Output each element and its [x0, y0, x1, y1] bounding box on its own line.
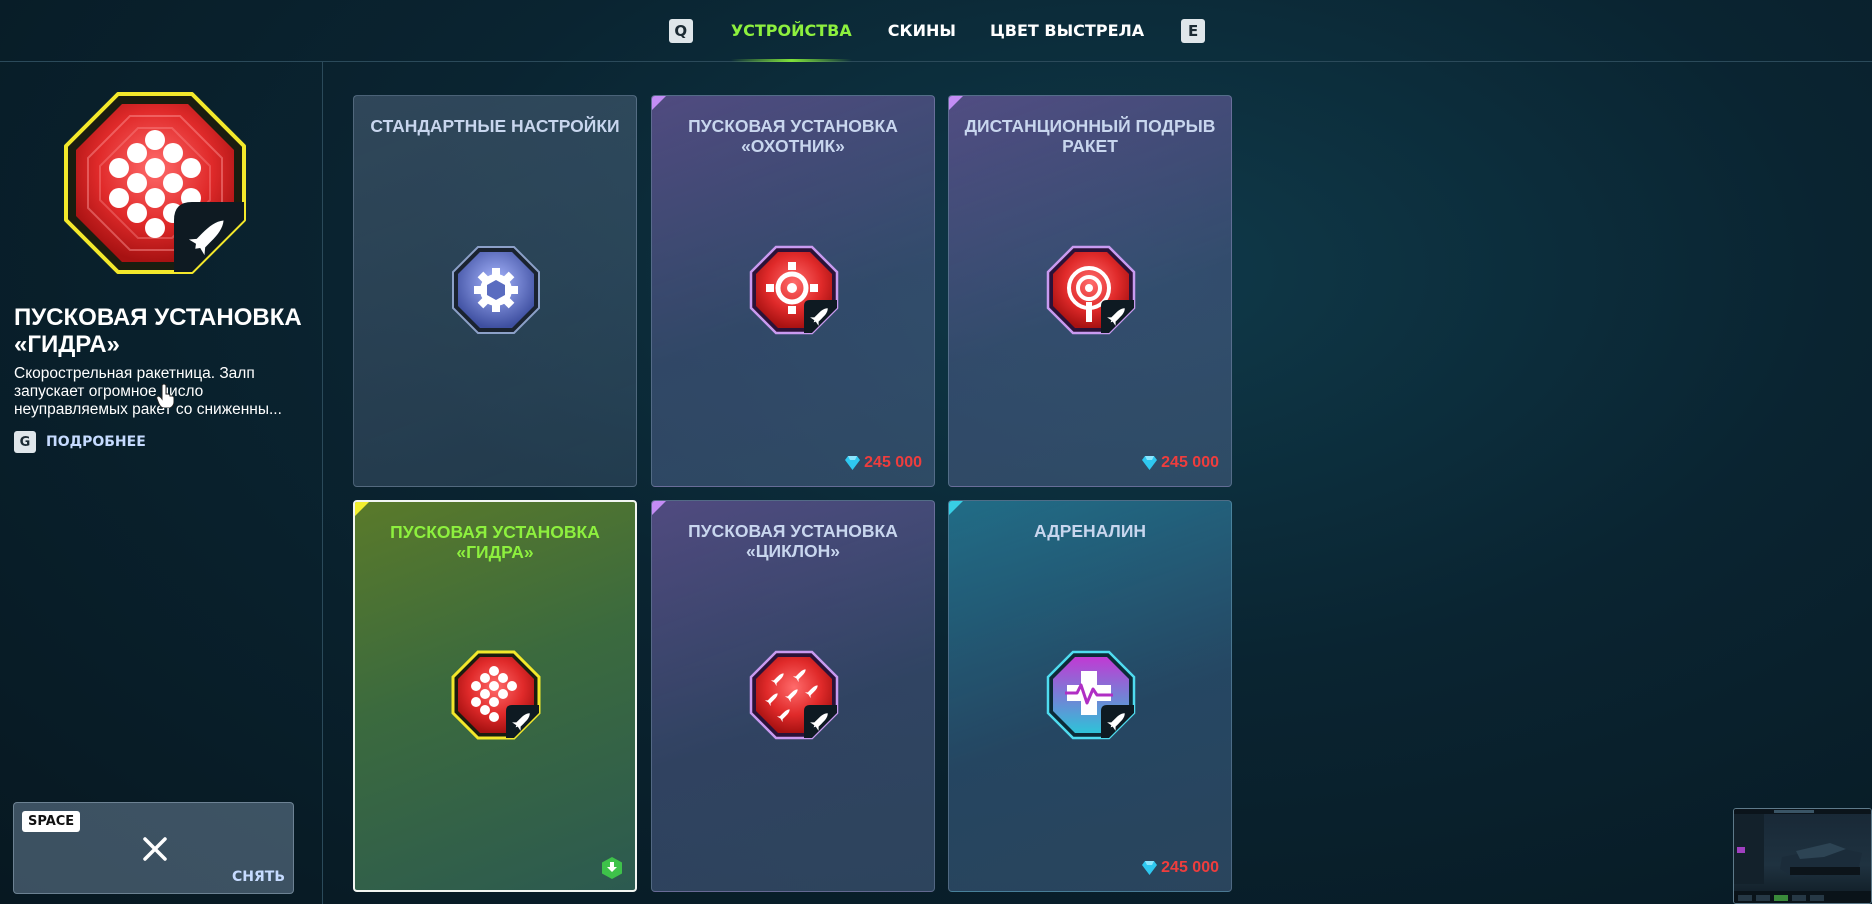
preview-thumbnail[interactable] — [1733, 808, 1872, 904]
item-details-panel: ПУСКОВАЯ УСТАНОВКА «ГИДРА» Скорострельна… — [0, 62, 323, 904]
price: 245 000 — [1142, 454, 1219, 472]
tab-devices-label: УСТРОЙСТВА — [730, 21, 852, 40]
tank-preview-image — [1734, 809, 1871, 903]
cyclone-launcher-icon — [749, 650, 839, 740]
default-settings-icon — [452, 246, 540, 334]
card-title: ПУСКОВАЯ УСТАНОВКА «ОХОТНИК» — [688, 116, 898, 156]
card-title: ДИСТАНЦИОННЫЙ ПОДРЫВ РАКЕТ — [964, 116, 1216, 156]
item-title: ПУСКОВАЯ УСТАНОВКА «ГИДРА» — [14, 304, 302, 358]
hydra-launcher-icon — [64, 92, 246, 274]
more-label: ПОДРОБНЕЕ — [46, 434, 146, 450]
hunter-launcher-icon — [749, 245, 839, 335]
tab-devices[interactable]: УСТРОЙСТВА — [730, 0, 852, 62]
remove-label: СНЯТЬ — [232, 869, 285, 885]
card-title: ПУСКОВАЯ УСТАНОВКА «ГИДРА» — [390, 522, 600, 562]
rarity-corner — [949, 96, 963, 110]
card-title: АДРЕНАЛИН — [1033, 521, 1147, 541]
tab-skins[interactable]: СКИНЫ — [888, 0, 956, 62]
device-card-remote-detonation[interactable]: ДИСТАНЦИОННЫЙ ПОДРЫВ РАКЕТ 245 000 — [948, 95, 1232, 487]
next-tab-key[interactable]: E — [1181, 18, 1206, 43]
remote-detonation-icon — [1046, 245, 1136, 335]
tab-shot-color[interactable]: ЦВЕТ ВЫСТРЕЛА — [990, 0, 1144, 62]
card-title: СТАНДАРТНЫЕ НАСТРОЙКИ — [370, 116, 620, 136]
device-card-hydra[interactable]: ПУСКОВАЯ УСТАНОВКА «ГИДРА» — [353, 500, 637, 892]
device-card-default[interactable]: СТАНДАРТНЫЕ НАСТРОЙКИ — [353, 95, 637, 487]
rarity-corner — [949, 501, 963, 515]
crystal-icon — [1142, 456, 1158, 470]
hand-cursor-icon — [156, 384, 174, 408]
card-title: ПУСКОВАЯ УСТАНОВКА «ЦИКЛОН» — [688, 521, 898, 561]
price-value: 245 000 — [1161, 859, 1219, 876]
price: 245 000 — [1142, 859, 1219, 877]
device-card-hunter[interactable]: ПУСКОВАЯ УСТАНОВКА «ОХОТНИК» 245 000 — [651, 95, 935, 487]
crystal-icon — [845, 456, 861, 470]
device-card-cyclone[interactable]: ПУСКОВАЯ УСТАНОВКА «ЦИКЛОН» — [651, 500, 935, 892]
top-navigation: Q УСТРОЙСТВА СКИНЫ ЦВЕТ ВЫСТРЕЛА E — [0, 0, 1872, 62]
hydra-launcher-icon — [451, 650, 541, 740]
device-card-adrenaline[interactable]: АДРЕНАЛИН 245 000 — [948, 500, 1232, 892]
adrenaline-icon — [1046, 650, 1136, 740]
price: 245 000 — [845, 454, 922, 472]
space-key: SPACE — [22, 811, 81, 832]
price-value: 245 000 — [864, 454, 922, 471]
more-key: G — [14, 431, 36, 453]
tab-shot-color-label: ЦВЕТ ВЫСТРЕЛА — [989, 21, 1145, 40]
rarity-corner — [652, 501, 666, 515]
price-value: 245 000 — [1161, 454, 1219, 471]
tab-skins-label: СКИНЫ — [887, 21, 956, 40]
prev-tab-key[interactable]: Q — [668, 18, 693, 43]
crystal-icon — [1142, 861, 1158, 875]
close-icon — [143, 837, 167, 861]
remove-button[interactable]: SPACE СНЯТЬ — [13, 802, 294, 894]
rarity-corner — [652, 96, 666, 110]
equipped-icon — [602, 857, 622, 879]
rarity-corner — [355, 502, 369, 516]
more-details-button[interactable]: G ПОДРОБНЕЕ — [14, 431, 146, 453]
